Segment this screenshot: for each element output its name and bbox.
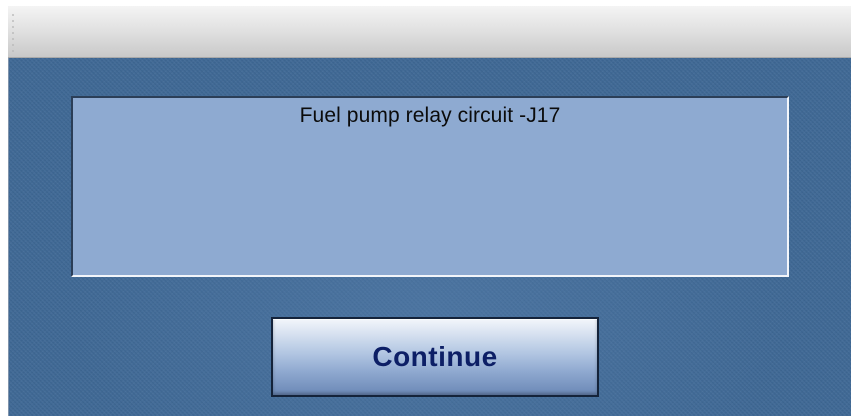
- continue-button-label: Continue: [372, 341, 498, 372]
- message-panel: Fuel pump relay circuit -J17: [71, 96, 789, 277]
- title-bar[interactable]: [8, 6, 851, 58]
- dialog-background: Fuel pump relay circuit -J17 Continue: [8, 58, 851, 416]
- message-text: Fuel pump relay circuit -J17: [299, 104, 561, 127]
- grip-handle-icon: [11, 12, 15, 52]
- continue-button[interactable]: Continue: [271, 317, 599, 397]
- dialog-window: Fuel pump relay circuit -J17 Continue: [0, 0, 851, 416]
